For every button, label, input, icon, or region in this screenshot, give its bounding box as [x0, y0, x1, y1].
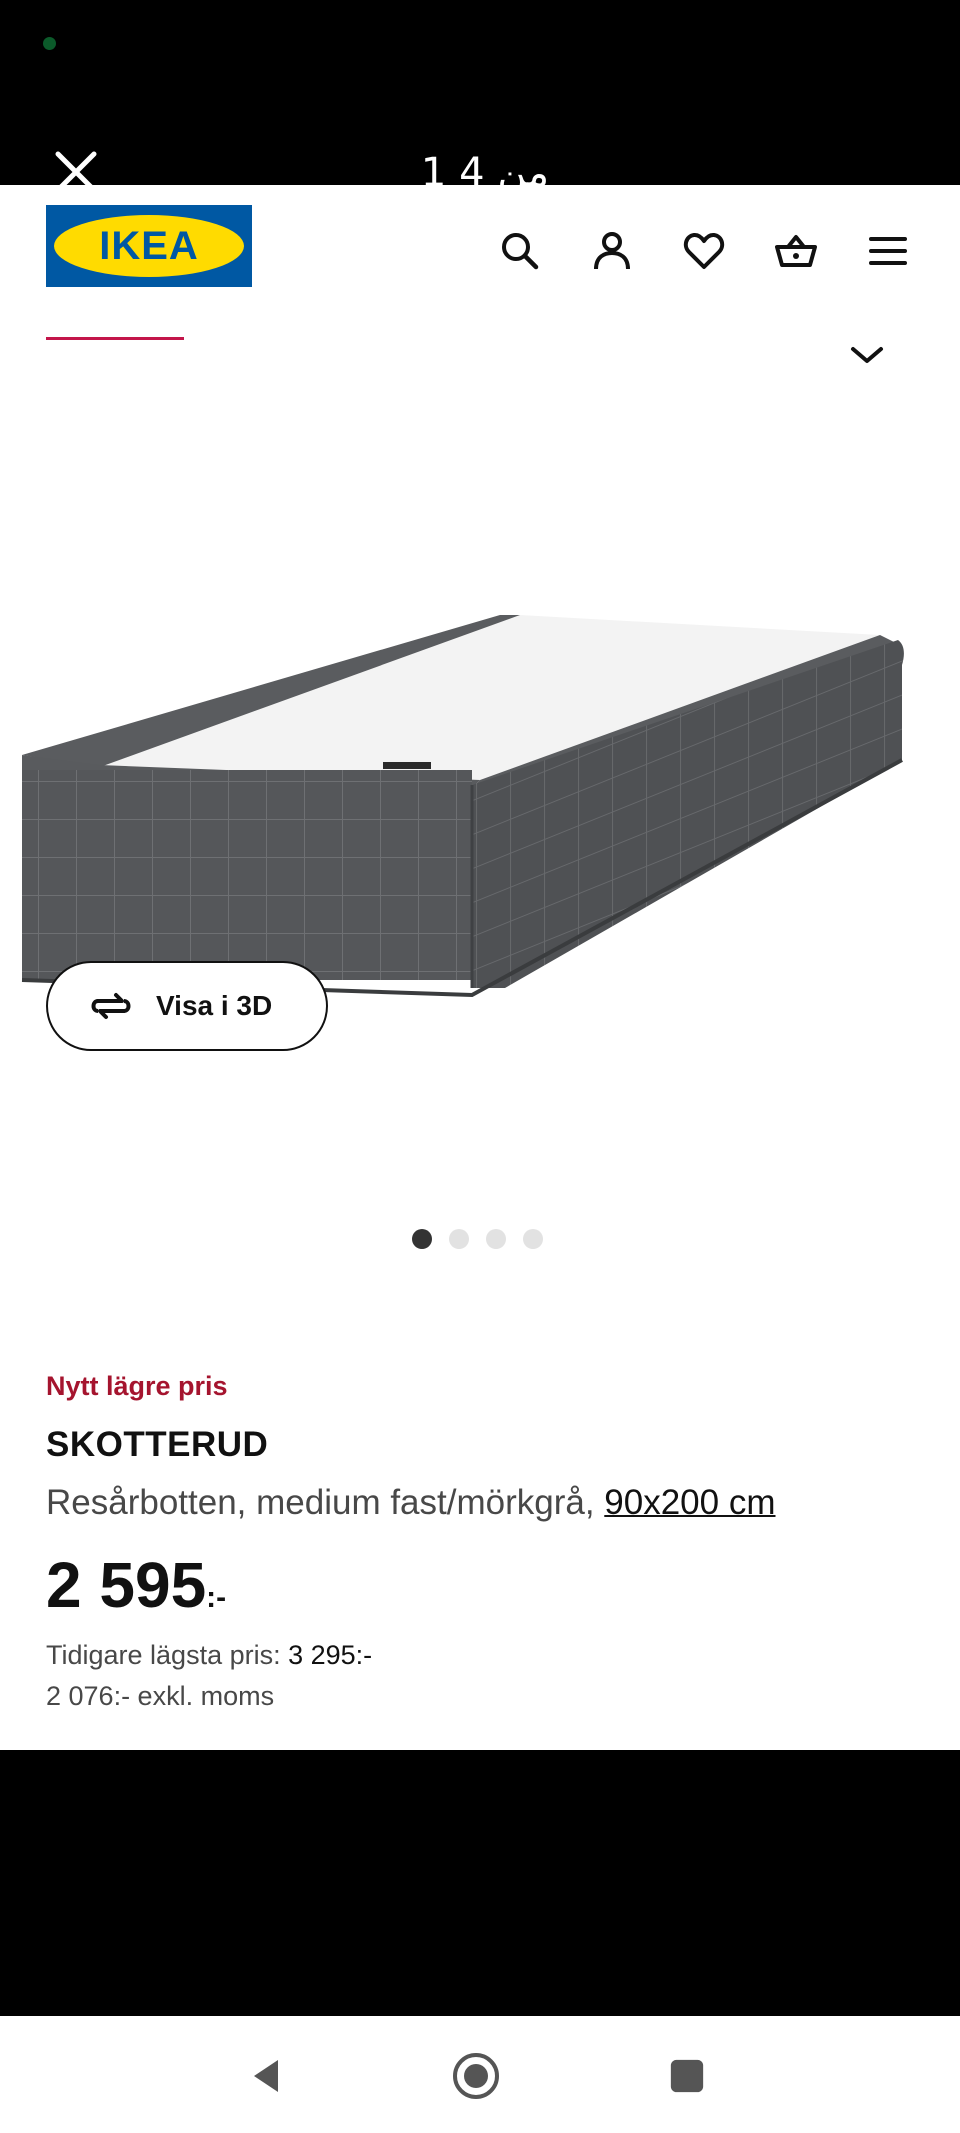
menu-button[interactable]	[858, 221, 918, 281]
ikea-product-page: IKEA Visa i 3D Nytt lägre pris SKOTTERUD…	[0, 185, 960, 1750]
heart-icon	[683, 232, 725, 269]
back-button[interactable]	[238, 2046, 298, 2106]
recents-button[interactable]	[657, 2046, 717, 2106]
carousel-dot-4[interactable]	[523, 1229, 543, 1249]
home-button[interactable]	[446, 2046, 506, 2106]
chevron-down-icon[interactable]	[845, 335, 889, 379]
previous-lowest-price: Tidigare lägsta pris: 3 295:-	[46, 1640, 372, 1671]
basket-icon	[775, 235, 817, 267]
product-description: Resårbotten, medium fast/mörkgrå, 90x200…	[46, 1483, 776, 1523]
product-name: SKOTTERUD	[46, 1425, 269, 1464]
price-excluding-vat: 2 076:- exkl. moms	[46, 1681, 275, 1711]
search-button[interactable]	[490, 221, 550, 281]
site-header: IKEA	[0, 185, 960, 325]
price-badge: Nytt lägre pris	[46, 1371, 228, 1401]
price-main: 2 595	[46, 1549, 207, 1621]
view-in-3d-button[interactable]: Visa i 3D	[46, 961, 328, 1051]
favorites-button[interactable]	[674, 221, 734, 281]
account-button[interactable]	[582, 221, 642, 281]
size-link[interactable]: 90x200 cm	[604, 1483, 775, 1522]
carousel-dot-1[interactable]	[412, 1229, 432, 1249]
active-tab-underline	[46, 337, 184, 340]
logo-text: IKEA	[99, 224, 199, 268]
status-bar-area: 1 من 4	[0, 0, 960, 196]
system-navigation-bar	[0, 2016, 960, 2133]
back-triangle-icon	[254, 2060, 278, 2092]
previous-price-value: 3 295:-	[288, 1640, 373, 1670]
search-icon	[502, 233, 539, 270]
basket-button[interactable]	[766, 221, 826, 281]
carousel-dot-3[interactable]	[486, 1229, 506, 1249]
view-in-3d-label: Visa i 3D	[156, 990, 273, 1021]
home-circle-icon	[453, 2053, 499, 2099]
product-description-text: Resårbotten, medium fast/mörkgrå,	[46, 1483, 605, 1522]
previous-price-label: Tidigare lägsta pris:	[46, 1640, 289, 1670]
recents-square-icon	[670, 2059, 704, 2093]
product-image-bed-base[interactable]	[0, 515, 960, 1235]
product-price: 2 595:-	[46, 1545, 226, 1638]
rotate-3d-icon	[91, 993, 131, 1019]
status-indicator-icon	[43, 37, 56, 50]
carousel-dot-2[interactable]	[449, 1229, 469, 1249]
price-suffix: :-	[206, 1581, 227, 1614]
ikea-logo[interactable]: IKEA	[46, 205, 252, 287]
menu-icon	[869, 237, 907, 265]
user-icon	[594, 232, 630, 270]
carousel-dots	[412, 1229, 543, 1253]
